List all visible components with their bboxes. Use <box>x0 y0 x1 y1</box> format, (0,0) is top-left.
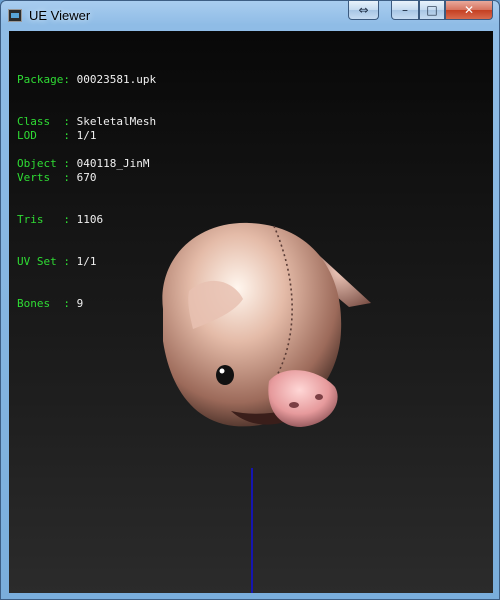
window-title: UE Viewer <box>29 8 91 23</box>
minimize-button[interactable]: – <box>391 1 419 20</box>
3d-viewport[interactable]: Package: 00023581.upk Class : SkeletalMe… <box>9 31 493 593</box>
app-window: UE Viewer ⇔ – □ ✕ Package: 00023581.upk … <box>0 0 500 600</box>
info-row-tris: Tris : 1106 <box>17 213 104 226</box>
extra-window-button[interactable]: ⇔ <box>348 1 379 20</box>
app-icon[interactable] <box>8 9 22 22</box>
info-row-package: Package: 00023581.upk <box>17 73 157 86</box>
info-row-bones: Bones : 9 <box>17 297 84 310</box>
info-row-verts: Verts : 670 <box>17 171 97 184</box>
info-row-lod: LOD : 1/1 <box>17 129 97 142</box>
mesh-stats-group: LOD : 1/1 Verts : 670 Tris : 1106 UV Set… <box>17 101 103 339</box>
pig-head-model[interactable] <box>139 191 379 436</box>
info-row-uvset: UV Set : 1/1 <box>17 255 97 268</box>
maximize-button[interactable]: □ <box>419 1 445 20</box>
close-button[interactable]: ✕ <box>445 1 493 20</box>
vertical-axis-line <box>251 468 253 593</box>
